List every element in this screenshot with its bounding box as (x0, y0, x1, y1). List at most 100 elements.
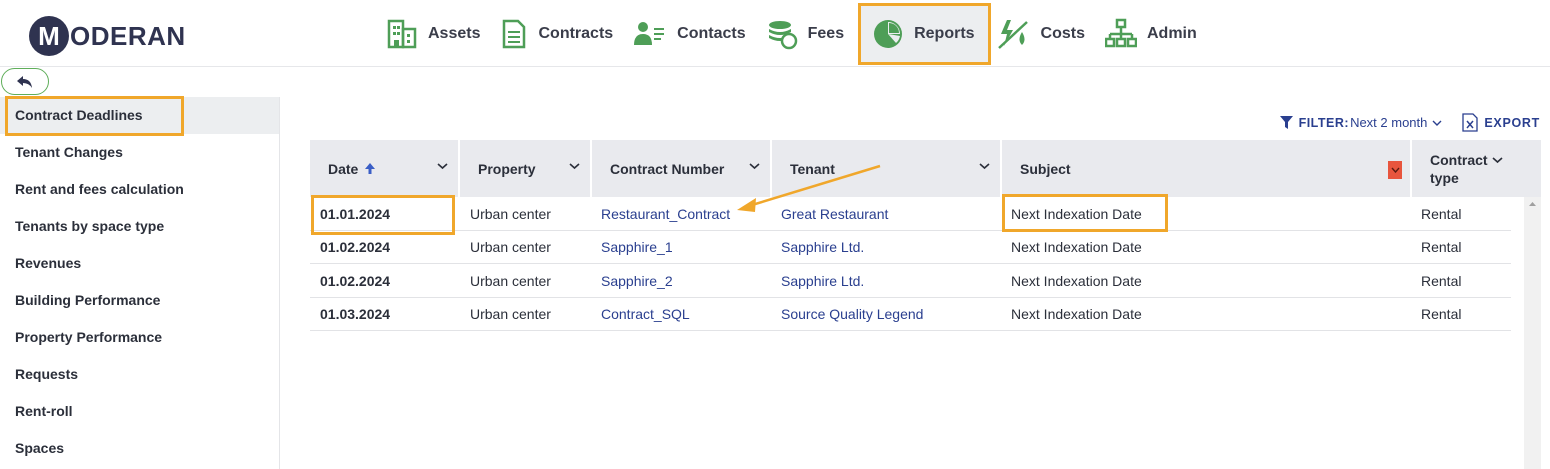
cell-contract-type: Rental (1421, 205, 1462, 222)
sidebar-item-contract-deadlines[interactable]: Contract Deadlines (0, 97, 279, 134)
utilities-icon (997, 19, 1028, 49)
subject-column-menu-button[interactable] (1388, 161, 1402, 179)
cell-date: 01.01.2024 (320, 205, 391, 222)
moderan-logo[interactable]: M ODERAN (29, 16, 186, 56)
nav-reports-label: Reports (914, 24, 975, 42)
sidebar-item-revenues[interactable]: Revenues (0, 245, 279, 282)
main-nav: Assets Contracts Contacts Fees Reports C… (380, 0, 1211, 67)
reports-sidebar: Contract Deadlines Tenant Changes Rent a… (0, 97, 280, 469)
cell-contract-link[interactable]: Sapphire_1 (591, 231, 771, 264)
column-header-date[interactable]: Date (310, 140, 460, 197)
nav-admin-label: Admin (1147, 24, 1197, 42)
sidebar-item-rent-roll[interactable]: Rent-roll (0, 393, 279, 430)
nav-contracts[interactable]: Contracts (494, 4, 627, 64)
cell-tenant-link[interactable]: Source Quality Legend (771, 298, 1001, 331)
chevron-down-icon[interactable] (437, 162, 448, 170)
nav-fees[interactable]: Fees (760, 4, 858, 64)
export-button[interactable]: EXPORT (1462, 113, 1540, 132)
column-label-tenant: Tenant (790, 160, 835, 177)
cell-subject: Next Indexation Date (1011, 205, 1142, 222)
excel-icon (1462, 113, 1479, 132)
column-label-contract-number: Contract Number (610, 160, 725, 177)
chevron-down-icon[interactable] (569, 162, 580, 170)
cell-contract-type: Rental (1421, 272, 1462, 289)
column-header-tenant[interactable]: Tenant (772, 140, 1002, 197)
column-header-subject[interactable]: Subject (1002, 140, 1412, 197)
nav-admin[interactable]: Admin (1099, 4, 1211, 64)
cell-contract-type: Rental (1421, 239, 1462, 255)
table-scrollbar[interactable] (1524, 197, 1541, 469)
nav-assets[interactable]: Assets (380, 4, 494, 64)
nav-fees-label: Fees (807, 24, 845, 42)
top-bar: M ODERAN Assets Contracts Contacts Fees … (0, 0, 1550, 67)
cell-contract-type: Rental (1421, 306, 1462, 322)
cell-subject: Next Indexation Date (1011, 272, 1142, 289)
nav-contracts-label: Contracts (538, 24, 614, 42)
sidebar-item-tenant-changes[interactable]: Tenant Changes (0, 134, 279, 171)
column-header-contract-number[interactable]: Contract Number (592, 140, 772, 197)
filter-label: FILTER: (1298, 115, 1350, 130)
sidebar-item-rent-fees-calculation[interactable]: Rent and fees calculation (0, 171, 279, 208)
nav-reports[interactable]: Reports (858, 2, 991, 65)
logo-badge: M (29, 16, 69, 56)
back-button[interactable] (1, 68, 49, 95)
scroll-up-arrow-icon[interactable] (1524, 197, 1541, 211)
sidebar-item-requests[interactable]: Requests (0, 356, 279, 393)
pie-chart-icon (874, 19, 903, 48)
cell-property: Urban center (470, 205, 551, 222)
filter-value: Next 2 month (1350, 115, 1428, 130)
cell-contract-link[interactable]: Contract_SQL (591, 298, 771, 331)
cell-contract-link[interactable]: Sapphire_2 (591, 264, 771, 297)
cell-property: Urban center (470, 239, 551, 255)
table-header: Date Property Contract Number Tenant Sub… (310, 140, 1541, 197)
report-toolbar: FILTER: Next 2 month EXPORT (1279, 113, 1540, 132)
sidebar-item-spaces[interactable]: Spaces (0, 430, 279, 467)
column-header-property[interactable]: Property (460, 140, 592, 197)
nav-costs[interactable]: Costs (991, 4, 1099, 64)
cell-date: 01.03.2024 (320, 306, 391, 322)
nav-contacts-label: Contacts (677, 24, 746, 42)
building-icon (387, 19, 417, 48)
contacts-icon (634, 21, 665, 45)
sidebar-item-building-performance[interactable]: Building Performance (0, 282, 279, 319)
cell-subject: Next Indexation Date (1011, 239, 1142, 255)
cell-subject: Next Indexation Date (1011, 306, 1142, 322)
filter-dropdown[interactable]: FILTER: Next 2 month (1279, 115, 1443, 130)
document-icon (503, 19, 526, 48)
contract-deadlines-table: Date Property Contract Number Tenant Sub… (310, 140, 1541, 469)
nav-contacts[interactable]: Contacts (627, 4, 759, 64)
nav-costs-label: Costs (1040, 24, 1085, 42)
cell-property: Urban center (470, 272, 551, 289)
cell-date: 01.02.2024 (320, 239, 391, 255)
column-label-date: Date (328, 160, 359, 177)
column-label-property: Property (478, 160, 536, 177)
table-row[interactable]: 01.01.2024 Urban center Restaurant_Contr… (310, 197, 1511, 231)
cell-tenant-link[interactable]: Great Restaurant (771, 197, 1001, 230)
column-header-contract-type[interactable]: Contract type (1412, 140, 1541, 197)
org-chart-icon (1105, 18, 1137, 47)
cell-tenant-link[interactable]: Sapphire Ltd. (771, 231, 1001, 264)
column-label-subject: Subject (1020, 160, 1071, 177)
column-label-contract-type: Contract type (1430, 151, 1488, 186)
cell-date: 01.02.2024 (320, 272, 391, 289)
export-label: EXPORT (1484, 115, 1540, 130)
chevron-down-icon[interactable] (1492, 156, 1503, 164)
chevron-down-icon[interactable] (749, 162, 760, 170)
chevron-down-icon[interactable] (979, 162, 990, 170)
cell-contract-link[interactable]: Restaurant_Contract (591, 197, 771, 230)
cell-property: Urban center (470, 306, 551, 322)
sort-ascending-icon (365, 163, 376, 174)
filter-icon (1279, 116, 1293, 129)
sidebar-item-tenants-by-space-type[interactable]: Tenants by space type (0, 208, 279, 245)
table-row[interactable]: 01.03.2024 Urban center Contract_SQL Sou… (310, 298, 1511, 331)
logo-text: ODERAN (70, 20, 186, 51)
coins-icon (768, 20, 797, 49)
back-arrow-icon (17, 75, 32, 88)
cell-tenant-link[interactable]: Sapphire Ltd. (771, 264, 1001, 297)
sidebar-item-property-performance[interactable]: Property Performance (0, 319, 279, 356)
chevron-down-icon (1390, 167, 1400, 173)
chevron-down-icon (1432, 120, 1442, 126)
table-row[interactable]: 01.02.2024 Urban center Sapphire_1 Sapph… (310, 231, 1511, 264)
nav-assets-label: Assets (428, 24, 481, 42)
table-row[interactable]: 01.02.2024 Urban center Sapphire_2 Sapph… (310, 264, 1511, 298)
